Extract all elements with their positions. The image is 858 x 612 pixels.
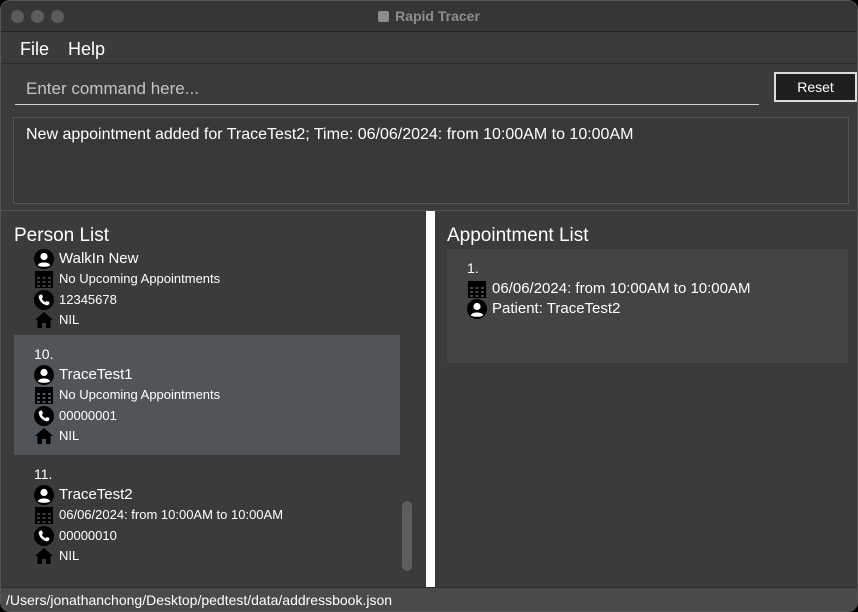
app-icon <box>378 11 390 22</box>
person-address: NIL <box>59 548 80 563</box>
person-card[interactable]: 10. TraceTest1 No Upcoming Appointments … <box>14 335 400 455</box>
person-phone: 00000010 <box>59 528 117 543</box>
command-input[interactable] <box>15 73 759 105</box>
calendar-icon <box>468 280 486 298</box>
phone-icon <box>34 289 54 310</box>
menu-file[interactable]: File <box>20 39 49 60</box>
person-address-row: NIL <box>34 310 79 329</box>
title-bar: Rapid Tracer <box>1 1 857 32</box>
person-index: 10. <box>34 346 54 362</box>
calendar-icon <box>35 270 53 288</box>
person-appointment: 06/06/2024: from 10:00AM to 10:00AM <box>59 507 284 522</box>
phone-icon <box>34 525 54 546</box>
app-window: Rapid Tracer File Help Reset New appoint… <box>0 0 858 612</box>
command-row: Reset <box>1 64 857 109</box>
person-list-title: Person List <box>14 225 110 246</box>
menu-help[interactable]: Help <box>68 39 105 60</box>
person-address: NIL <box>59 312 80 327</box>
phone-icon <box>34 405 54 426</box>
person-address-row: NIL <box>34 546 79 565</box>
reset-button[interactable]: Reset <box>774 72 857 102</box>
person-name-row: WalkIn New <box>34 249 139 269</box>
save-file-path: /Users/jonathanchong/Desktop/pedtest/dat… <box>6 592 393 608</box>
person-phone-row: 00000001 <box>34 405 117 426</box>
person-phone-row: 12345678 <box>34 289 117 310</box>
person-list-scrollbar[interactable] <box>402 501 412 571</box>
person-card[interactable]: 11. TraceTest2 06/06/2024: from 10:00AM … <box>14 455 400 575</box>
person-address-row: NIL <box>34 426 79 445</box>
person-appointment-row: 06/06/2024: from 10:00AM to 10:00AM <box>34 505 283 524</box>
appointment-patient: Patient: TraceTest2 <box>492 300 621 317</box>
person-phone: 00000001 <box>59 408 117 423</box>
appointment-patient-row: Patient: TraceTest2 <box>467 298 621 319</box>
calendar-icon <box>35 506 53 524</box>
person-appointment-row: No Upcoming Appointments <box>34 385 220 404</box>
person-appointment: No Upcoming Appointments <box>59 271 221 286</box>
person-name-row: TraceTest1 <box>34 364 133 385</box>
appointment-time-row: 06/06/2024: from 10:00AM to 10:00AM <box>467 279 751 298</box>
person-index: 11. <box>34 466 53 482</box>
person-appointment-row: No Upcoming Appointments <box>34 269 220 288</box>
window-title: Rapid Tracer <box>1 8 857 24</box>
person-name: TraceTest1 <box>59 366 133 383</box>
appointment-card[interactable]: 1. 06/06/2024: from 10:00AM to 10:00AM P… <box>447 249 848 363</box>
person-name: WalkIn New <box>59 250 139 267</box>
calendar-icon <box>35 386 53 404</box>
person-icon <box>34 249 54 269</box>
result-message: New appointment added for TraceTest2; Ti… <box>26 126 634 143</box>
person-card[interactable]: WalkIn New No Upcoming Appointments 1234… <box>14 249 400 333</box>
person-name-row: TraceTest2 <box>34 484 133 505</box>
home-icon <box>35 311 53 328</box>
split-pane-divider[interactable] <box>426 211 435 587</box>
menu-bar: File Help <box>1 33 857 64</box>
person-phone-row: 00000010 <box>34 525 117 546</box>
person-appointment: No Upcoming Appointments <box>59 387 221 402</box>
person-icon <box>34 484 54 505</box>
home-icon <box>35 547 53 564</box>
person-list[interactable]: WalkIn New No Upcoming Appointments 1234… <box>14 249 400 575</box>
home-icon <box>35 427 53 444</box>
window-title-text: Rapid Tracer <box>395 8 480 24</box>
person-name: TraceTest2 <box>59 486 133 503</box>
status-bar: /Users/jonathanchong/Desktop/pedtest/dat… <box>1 587 857 611</box>
person-phone: 12345678 <box>59 292 117 307</box>
person-icon <box>467 298 487 319</box>
appointment-time: 06/06/2024: from 10:00AM to 10:00AM <box>492 280 751 297</box>
person-address: NIL <box>59 428 80 443</box>
lists-area: Person List WalkIn New No Upcoming Appoi… <box>1 211 857 587</box>
appointment-list-title: Appointment List <box>447 225 589 246</box>
person-icon <box>34 364 54 385</box>
appointment-index: 1. <box>467 260 479 276</box>
result-display: New appointment added for TraceTest2; Ti… <box>13 117 849 204</box>
